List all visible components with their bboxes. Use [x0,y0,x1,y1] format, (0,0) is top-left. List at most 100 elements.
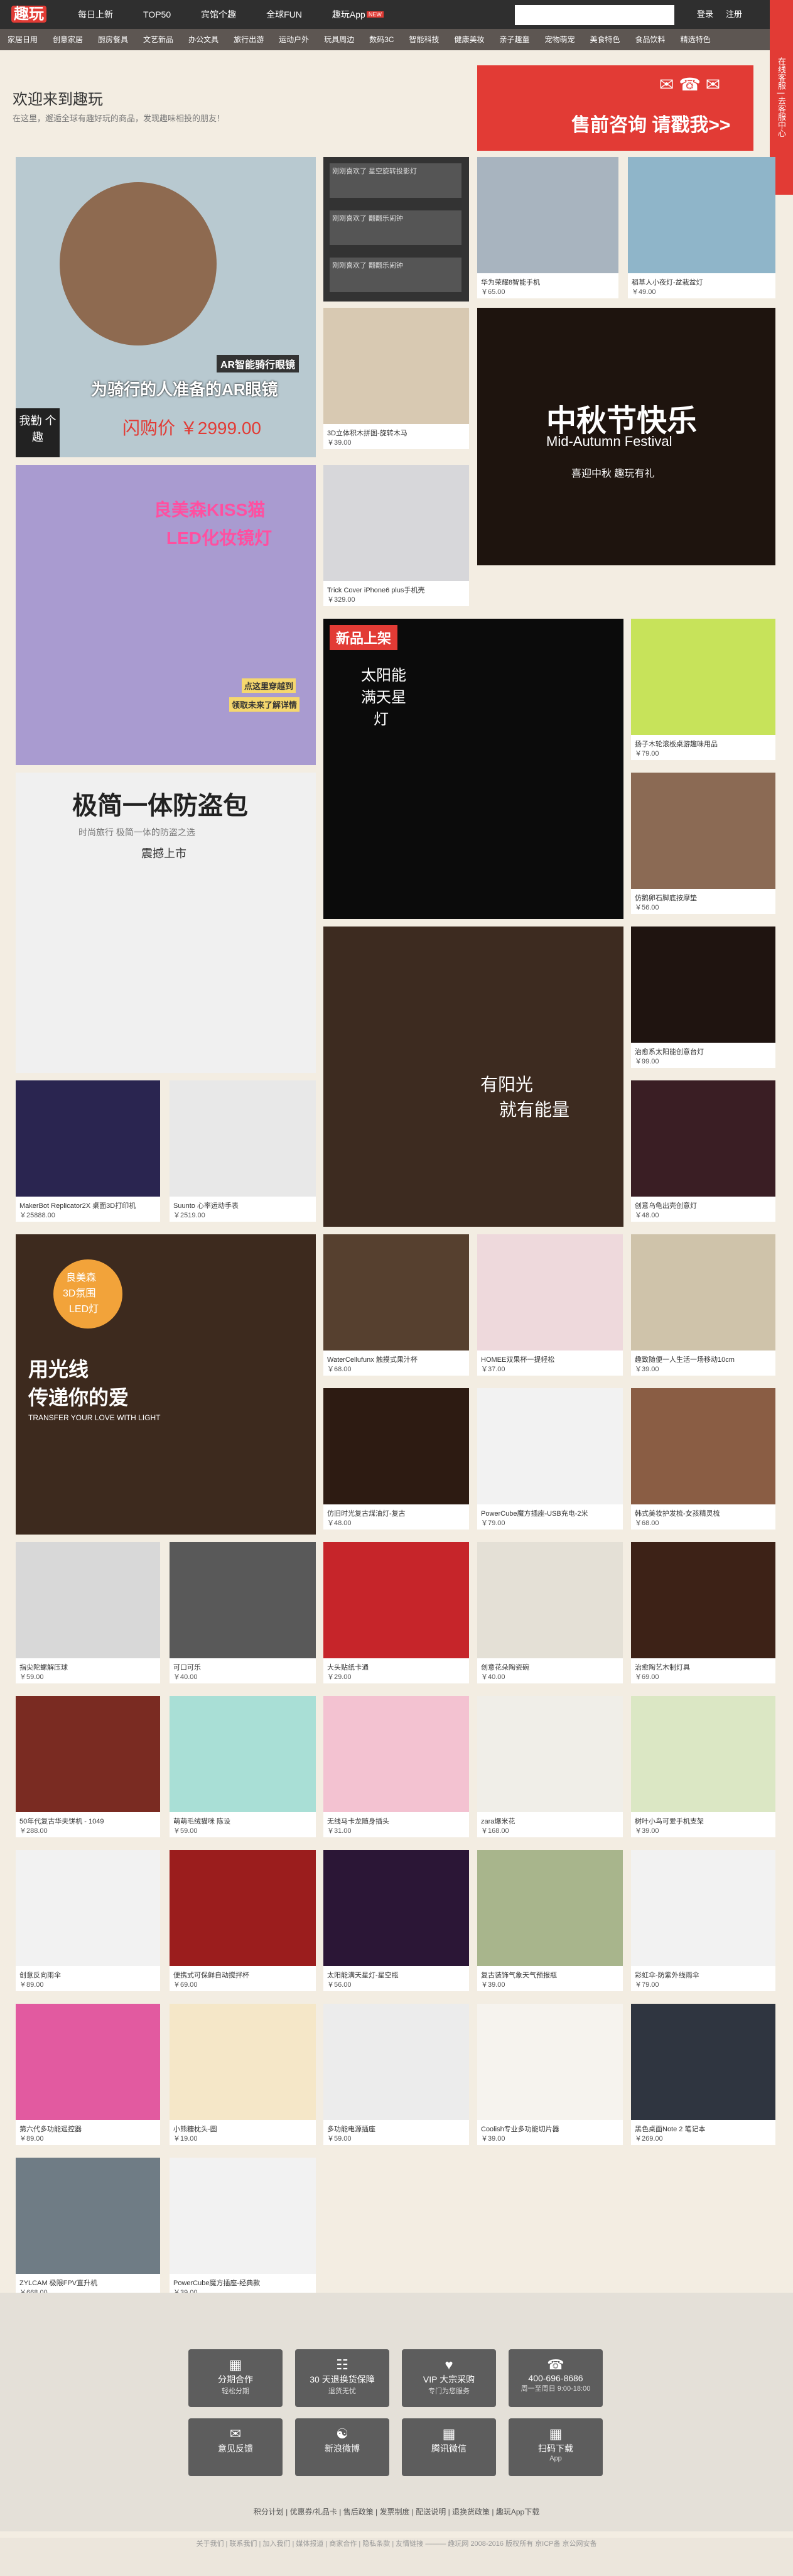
product-tile[interactable]: Trick Cover iPhone6 plus手机壳 ￥329.00 [323,465,469,606]
product-tile[interactable]: 华为荣耀8智能手机 ￥65.00 [477,157,618,298]
installment-box[interactable]: ▦ 分期合作 轻松分期 [188,2349,283,2407]
product-tile[interactable]: 3D立体积木拼图-旋转木马 ￥39.00 [323,308,469,449]
product-tile[interactable]: 无线马卡龙随身插头 ￥31.00 [323,1696,469,1837]
category-item[interactable]: 健康美妆 [446,29,492,50]
love-line1: 良美森 [66,1273,97,1283]
nav-item[interactable]: 宾馆个趣 [186,0,251,29]
product-tile[interactable]: Suunto 心率运动手表 ￥2519.00 [170,1080,316,1222]
solar-lamp-banner[interactable]: 新品上架 太阳能 满天星 灯 [323,619,623,919]
product-tile[interactable]: 仿鹅卵石脚底按摩垫 ￥56.00 [631,773,775,914]
product-tile[interactable]: 小熊糖枕头-圆 ￥19.00 [170,2004,316,2145]
product-tile[interactable]: 指尖陀螺解压球 ￥59.00 [16,1542,160,1683]
hotline-box[interactable]: ☎ 400-696-8686 周一至周日 9:00-18:00 [509,2349,603,2407]
ar-glasses-banner[interactable]: AR智能骑行眼镜 为骑行的人准备的AR眼镜 闪购价 ￥2999.00 我勤 个趣 [16,157,316,457]
app-download-box[interactable]: ▦ 扫码下载 App [509,2418,603,2476]
weibo-box[interactable]: ☯ 新浪微博 [295,2418,389,2476]
return-box[interactable]: ☷ 30 天退换货保障 退货无忧 [295,2349,389,2407]
product-tile[interactable]: WaterCellufunx 触摸式果汁杯 ￥68.00 [323,1234,469,1376]
site-logo[interactable]: 趣玩 [11,4,57,25]
product-tile[interactable]: 第六代多功能遥控器 ￥89.00 [16,2004,160,2145]
product-tile[interactable]: 趣致随便一人生活一场移动10cm ￥39.00 [631,1234,775,1376]
product-tile[interactable]: 创意乌龟出壳创意灯 ￥48.00 [631,1080,775,1222]
product-tile[interactable]: 扬子木轮滚板桌游趣味用品 ￥79.00 [631,619,775,760]
product-tile[interactable]: zara爆米花 ￥168.00 [477,1696,623,1837]
category-item[interactable]: 玩具周边 [316,29,362,50]
product-tile[interactable]: 萌萌毛绒猫咪 陈设 ￥59.00 [170,1696,316,1837]
register-link[interactable]: 注册 [720,0,748,29]
category-item[interactable]: 创意家居 [45,29,90,50]
product-name: 黑色桌面Note 2 笔记本 [635,2126,706,2133]
category-item[interactable]: 精选特色 [673,29,718,50]
category-item[interactable]: 亲子趣童 [492,29,537,50]
product-tile[interactable]: 树叶小鸟可爱手机支架 ￥39.00 [631,1696,775,1837]
category-item[interactable]: 办公文具 [181,29,226,50]
search-icon[interactable]: ⚲ [659,8,673,21]
product-tile[interactable]: HOMEE双果杯一提轻松 ￥37.00 [477,1234,623,1376]
solar-radiometer-banner[interactable]: 有阳光 就有能量 [323,927,623,1227]
box-label: VIP 大宗采购 [423,2374,475,2384]
login-link[interactable]: 登录 [691,0,720,29]
kiss-cat-banner[interactable]: 良美森KISS猫 LED化妆镜灯 点这里穿越到 领取未来了解详情 [16,465,316,765]
nav-item[interactable]: 趣玩App NEW [317,0,399,29]
wechat-box[interactable]: ▦ 腾讯微信 [402,2418,496,2476]
product-tile[interactable]: 治愈系太阳能创意台灯 ￥99.00 [631,927,775,1068]
nav-item-label: 趣玩App [332,9,365,19]
product-tile[interactable]: 50年代复古华夫饼机 - 1049 ￥288.00 [16,1696,160,1837]
product-tile[interactable]: 可口可乐 ￥40.00 [170,1542,316,1683]
product-image [631,1080,775,1197]
category-item[interactable]: 家居日用 [0,29,45,50]
sun-line2: 就有能量 [499,1100,570,1119]
category-item[interactable]: 运动户外 [271,29,316,50]
category-item[interactable]: 宠物萌宠 [537,29,583,50]
category-item[interactable]: 厨房餐具 [90,29,136,50]
product-price: ￥48.00 [635,1212,659,1219]
nav-item[interactable]: 全球FUN [251,0,317,29]
product-image [16,1080,160,1197]
mid-autumn-banner[interactable]: 中秋节快乐 Mid-Autumn Festival 喜迎中秋 趣玩有礼 [477,308,775,565]
feed-item[interactable]: 刚刚喜欢了 翻翻乐闹钟 [330,258,461,292]
product-tile[interactable]: 复古装饰气象天气预报瓶 ￥39.00 [477,1850,623,1991]
category-item[interactable]: 美食特色 [583,29,628,50]
product-tile[interactable]: 便携式可保鲜自动搅拌杯 ￥69.00 [170,1850,316,1991]
product-tile[interactable]: 多功能电源插座 ￥59.00 [323,2004,469,2145]
feedback-box[interactable]: ✉ 意见反馈 [188,2418,283,2476]
product-tile[interactable]: 韩式美妆护发梳-女孩精灵梳 ￥68.00 [631,1388,775,1530]
search-input[interactable] [515,5,674,25]
product-tile[interactable]: ZYLCAM 极限FPV直升机￥668.00 [16,2158,160,2299]
product-tile[interactable]: 仿旧时光复古煤油灯-复古 ￥48.00 [323,1388,469,1530]
category-item[interactable]: 文艺新品 [136,29,181,50]
footer-links[interactable]: 积分计划 | 优惠券/礼品卡 | 售后政策 | 发票制度 | 配送说明 | 退换… [0,2506,793,2517]
box-sub: App [549,2455,562,2462]
love-lamp-banner[interactable]: 良美森 3D氛围 LED灯 用光线 传递你的爱 TRANSFER YOUR LO… [16,1234,316,1535]
product-tile[interactable]: 大头贴纸卡通 ￥29.00 [323,1542,469,1683]
product-tile[interactable]: 太阳能满天星灯-星空瓶 ￥56.00 [323,1850,469,1991]
vip-box[interactable]: ♥ VIP 大宗采购 专门为您服务 [402,2349,496,2407]
product-name: 树叶小鸟可爱手机支架 [635,1818,704,1825]
product-tile[interactable]: 创意反向雨伞 ￥89.00 [16,1850,160,1991]
top-bar: 趣玩 每日上新 TOP50 宾馆个趣 全球FUN 趣玩App NEW ⚲ 登录 注… [0,0,793,29]
product-tile[interactable]: Coolish专业多功能切片器 ￥39.00 [477,2004,623,2145]
product-name: 治愈系太阳能创意台灯 [635,1048,704,1056]
product-name: 仿鹅卵石脚底按摩垫 [635,894,697,902]
category-item[interactable]: 旅行出游 [226,29,271,50]
category-item[interactable]: 数码3C [362,29,401,50]
nav-item[interactable]: 每日上新 [63,0,128,29]
product-tile[interactable]: 创意花朵陶瓷碗 ￥40.00 [477,1542,623,1683]
product-tile[interactable]: 黑色桌面Note 2 笔记本 ￥269.00 [631,2004,775,2145]
nav-item[interactable]: TOP50 [128,0,186,29]
page-title: 欢迎来到趣玩 [13,91,103,108]
product-tile[interactable]: PowerCube魔方插座-USB充电-2米 ￥79.00 [477,1388,623,1530]
product-tile[interactable]: 稻草人小夜灯-盆栽盆灯 ￥49.00 [628,157,775,298]
anti-theft-bag-banner[interactable]: 极简一体防盗包 时尚旅行 极简一体的防盗之选 震撼上市 [16,773,316,1073]
page-subtitle: 在这里，邂逅全球有趣好玩的商品，发现趣味相投的朋友！ [13,114,225,123]
feed-item[interactable]: 刚刚喜欢了 星空旋转投影灯 [330,163,461,198]
product-image [477,2004,623,2120]
category-item[interactable]: 智能科技 [401,29,446,50]
product-tile[interactable]: 彩虹伞-防紫外线雨伞 ￥79.00 [631,1850,775,1991]
product-tile[interactable]: MakerBot Replicator2X 桌面3D打印机 ￥25888.00 [16,1080,160,1222]
product-tile[interactable]: 治愈陶艺木制灯具 ￥69.00 [631,1542,775,1683]
product-tile[interactable]: PowerCube魔方插座-经典款￥39.00 [170,2158,316,2299]
presale-banner[interactable]: ✉ ☎ ✉ 售前咨询 请戳我>> [477,65,753,151]
feed-item[interactable]: 刚刚喜欢了 翻翻乐闹钟 [330,210,461,245]
category-item[interactable]: 食品饮料 [628,29,673,50]
